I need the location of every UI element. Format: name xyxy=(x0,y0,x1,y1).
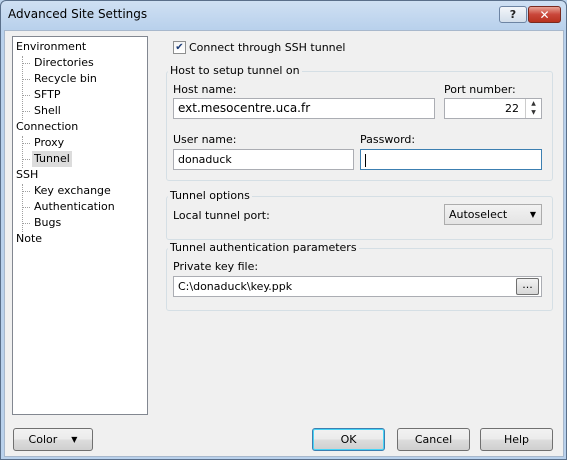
advanced-site-settings-window: Advanced Site Settings ? ✕ Environment D… xyxy=(0,0,567,460)
title-close-button[interactable]: ✕ xyxy=(528,6,561,23)
tree-connector xyxy=(22,111,30,112)
title-help-button[interactable]: ? xyxy=(499,6,527,23)
tree-connector xyxy=(22,207,30,208)
tree-item-note[interactable]: Note xyxy=(16,231,42,247)
host-name-input[interactable]: ext.mesocentre.uca.fr xyxy=(173,98,435,119)
tree-connector xyxy=(22,159,30,160)
tree-connector xyxy=(22,136,23,168)
tree-item-proxy[interactable]: Proxy xyxy=(34,135,64,151)
browse-key-button[interactable]: ... xyxy=(516,278,539,295)
ssh-tunnel-checkbox[interactable]: ✔ xyxy=(173,41,186,54)
tree-item-shell[interactable]: Shell xyxy=(34,103,61,119)
window-title: Advanced Site Settings xyxy=(8,7,148,21)
checkmark-icon: ✔ xyxy=(175,42,184,53)
private-key-input[interactable]: C:\donaduck\key.ppk xyxy=(173,276,542,297)
cancel-button[interactable]: Cancel xyxy=(397,428,470,451)
user-name-input[interactable]: donaduck xyxy=(173,149,354,170)
user-name-label: User name: xyxy=(173,133,237,146)
tree-connector xyxy=(22,143,30,144)
tree-connector xyxy=(22,79,30,80)
dialog-client-area: Environment Directories Recycle bin SFTP… xyxy=(4,30,564,457)
tree-item-connection[interactable]: Connection xyxy=(16,119,78,135)
port-number-label: Port number: xyxy=(444,83,516,96)
host-name-label: Host name: xyxy=(173,83,237,96)
ok-button[interactable]: OK xyxy=(312,428,385,451)
tree-connector xyxy=(22,191,30,192)
password-label: Password: xyxy=(360,133,416,146)
private-key-label: Private key file: xyxy=(173,260,259,273)
port-spinner[interactable]: ▲ ▼ xyxy=(525,99,541,118)
spin-up-icon[interactable]: ▲ xyxy=(526,99,541,108)
title-bar[interactable]: Advanced Site Settings ? ✕ xyxy=(1,1,566,29)
settings-tree: Environment Directories Recycle bin SFTP… xyxy=(12,36,148,415)
tree-item-key-exchange[interactable]: Key exchange xyxy=(34,183,111,199)
tree-item-sftp[interactable]: SFTP xyxy=(34,87,60,103)
tunnel-options-label: Tunnel options xyxy=(168,189,252,202)
local-tunnel-port-label: Local tunnel port: xyxy=(173,209,270,222)
tree-item-tunnel[interactable]: Tunnel xyxy=(32,151,72,167)
password-input[interactable] xyxy=(360,149,542,170)
color-button[interactable]: Color ▼ xyxy=(13,428,93,451)
host-group-label: Host to setup tunnel on xyxy=(168,64,302,77)
color-button-label: Color xyxy=(28,433,58,446)
local-tunnel-port-value: Autoselect xyxy=(449,208,508,221)
tree-item-directories[interactable]: Directories xyxy=(34,55,94,71)
tree-connector xyxy=(22,95,30,96)
spin-down-icon[interactable]: ▼ xyxy=(526,108,541,117)
tunnel-auth-label: Tunnel authentication parameters xyxy=(168,241,359,254)
tree-item-bugs[interactable]: Bugs xyxy=(34,215,61,231)
tree-item-ssh[interactable]: SSH xyxy=(16,167,38,183)
dropdown-arrow-icon: ▼ xyxy=(71,435,78,444)
text-caret xyxy=(365,153,366,167)
ssh-tunnel-checkbox-label[interactable]: Connect through SSH tunnel xyxy=(189,41,345,54)
help-button[interactable]: Help xyxy=(480,428,553,451)
tree-connector xyxy=(22,63,30,64)
tree-item-authentication[interactable]: Authentication xyxy=(34,199,115,215)
tree-connector xyxy=(22,223,30,224)
local-tunnel-port-select[interactable]: Autoselect ▼ xyxy=(444,204,542,225)
tree-item-recycle-bin[interactable]: Recycle bin xyxy=(34,71,97,87)
chevron-down-icon: ▼ xyxy=(529,210,536,219)
tree-item-environment[interactable]: Environment xyxy=(16,39,86,55)
